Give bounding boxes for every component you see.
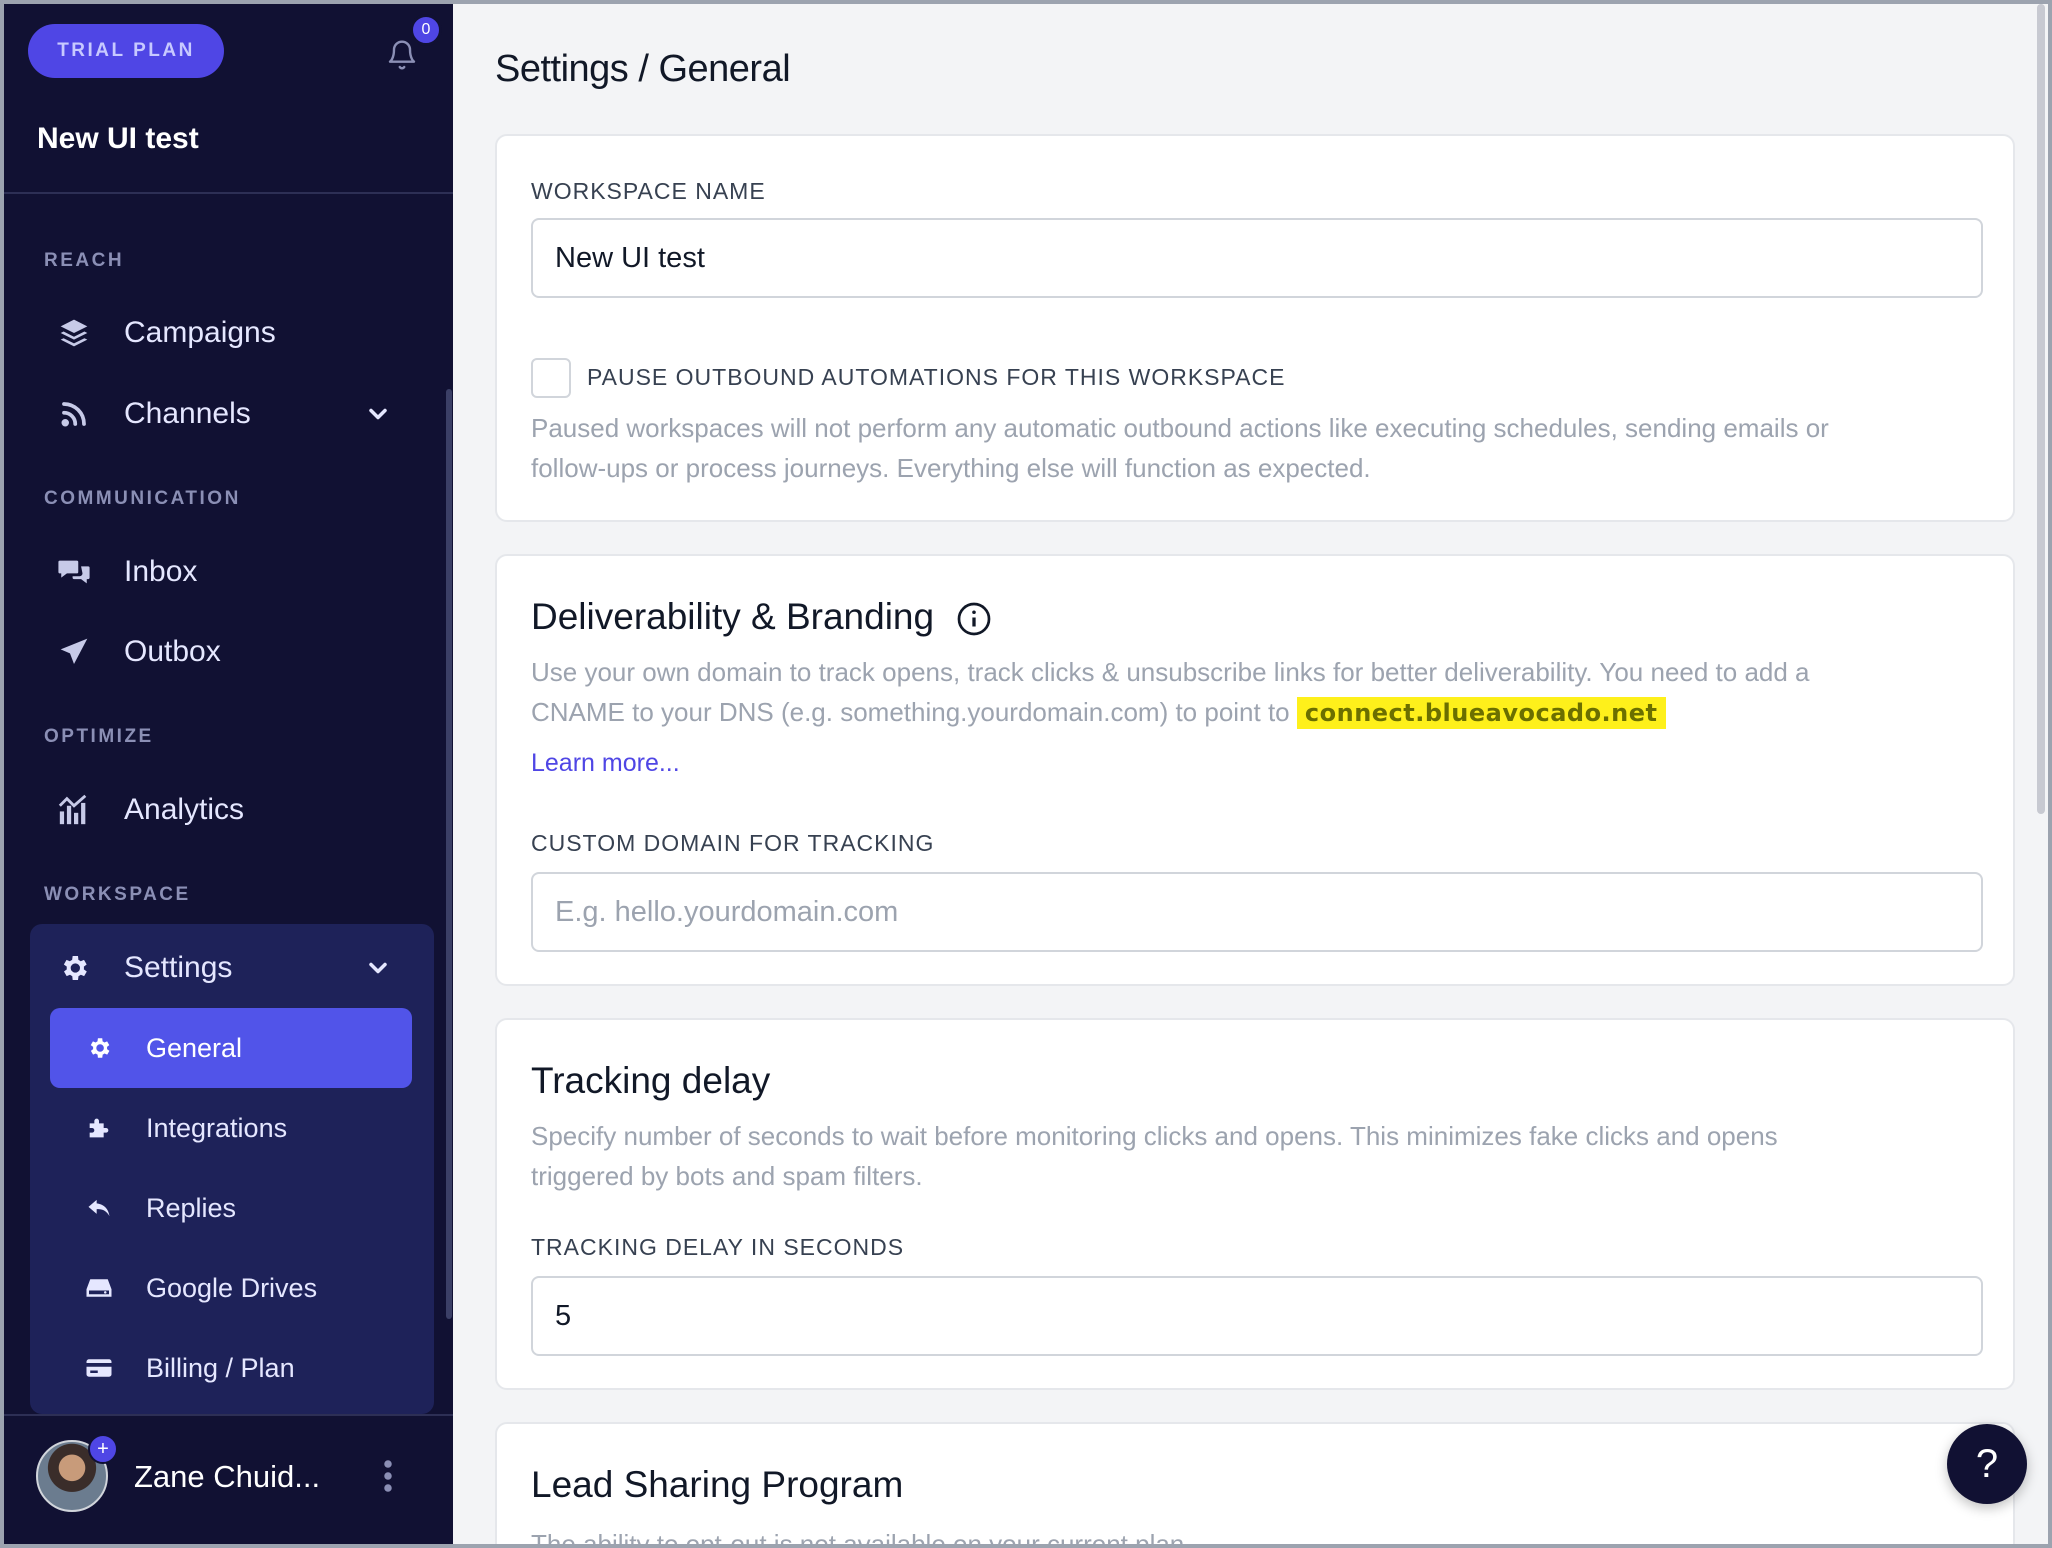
sidebar-item-campaigns[interactable]: Campaigns bbox=[32, 301, 432, 365]
lead-sharing-card: Lead Sharing Program The ability to opt-… bbox=[495, 1422, 2015, 1544]
workspace-card: WORKSPACE NAME PAUSE OUTBOUND AUTOMATION… bbox=[495, 134, 2015, 522]
sidebar-item-inbox[interactable]: Inbox bbox=[32, 540, 432, 604]
sidebar-subitem-label: Billing / Plan bbox=[146, 1352, 295, 1383]
rss-icon bbox=[54, 394, 94, 434]
sidebar-item-outbox[interactable]: Outbox bbox=[32, 620, 432, 684]
sidebar-subitem-label: Google Drives bbox=[146, 1272, 318, 1303]
tracking-delay-card: Tracking delay Specify number of seconds… bbox=[495, 1018, 2015, 1390]
gear-icon bbox=[54, 948, 94, 988]
learn-more-link[interactable]: Learn more... bbox=[531, 749, 680, 778]
info-icon[interactable] bbox=[956, 601, 992, 637]
deliverability-desc-line2: CNAME to your DNS (e.g. something.yourdo… bbox=[531, 692, 1971, 733]
chevron-down-icon bbox=[369, 408, 387, 420]
sidebar: TRIAL PLAN 0 New UI test REACH Campaigns… bbox=[4, 4, 453, 1544]
lead-sharing-title: Lead Sharing Program bbox=[531, 1464, 904, 1505]
deliverability-card: Deliverability & Branding Use your own d… bbox=[495, 554, 2015, 986]
workspace-name: New UI test bbox=[37, 122, 199, 155]
section-label-communication: COMMUNICATION bbox=[44, 488, 241, 509]
bell-icon[interactable] bbox=[386, 38, 418, 72]
workspace-name-input[interactable] bbox=[531, 218, 1983, 298]
sidebar-item-label: Analytics bbox=[124, 793, 245, 826]
tracking-delay-title: Tracking delay bbox=[531, 1060, 771, 1101]
sidebar-subitem-label: Integrations bbox=[146, 1112, 288, 1143]
pause-automations-checkbox[interactable] bbox=[531, 358, 571, 398]
puzzle-icon bbox=[82, 1111, 116, 1145]
section-label-optimize: OPTIMIZE bbox=[44, 726, 154, 747]
page-title: Settings / General bbox=[495, 48, 791, 90]
sidebar-item-label: Settings bbox=[124, 951, 233, 984]
main-scrollbar[interactable] bbox=[2037, 4, 2045, 814]
sidebar-item-label: Outbox bbox=[124, 635, 221, 668]
deliverability-desc-line1: Use your own domain to track opens, trac… bbox=[531, 657, 1810, 687]
sidebar-item-label: Channels bbox=[124, 397, 251, 430]
cname-target: connect.blueavocado.net bbox=[1296, 697, 1666, 729]
tracking-delay-input[interactable] bbox=[531, 1276, 1983, 1356]
sidebar-item-channels[interactable]: Channels bbox=[32, 382, 432, 446]
workspace-name-label: WORKSPACE NAME bbox=[531, 178, 766, 204]
sidebar-item-analytics[interactable]: Analytics bbox=[32, 778, 432, 842]
chat-bubbles-icon bbox=[54, 552, 94, 592]
sidebar-subitem-replies[interactable]: Replies bbox=[50, 1168, 412, 1248]
tracking-desc-line1: Specify number of seconds to wait before… bbox=[531, 1121, 1778, 1151]
credit-card-icon bbox=[82, 1351, 116, 1385]
sidebar-divider bbox=[4, 1414, 453, 1416]
pause-help-text-line2: follow-ups or process journeys. Everythi… bbox=[531, 453, 1371, 483]
sidebar-item-label: Inbox bbox=[124, 555, 198, 588]
tracking-delay-label: TRACKING DELAY IN SECONDS bbox=[531, 1234, 905, 1260]
hard-drive-icon bbox=[82, 1271, 116, 1305]
sidebar-scrollbar[interactable] bbox=[446, 389, 452, 1319]
user-name[interactable]: Zane Chuid... bbox=[134, 1459, 320, 1495]
sidebar-divider bbox=[4, 192, 453, 194]
sidebar-subitem-billing[interactable]: Billing / Plan bbox=[50, 1328, 412, 1408]
help-button[interactable]: ? bbox=[1947, 1424, 2027, 1504]
tracking-desc-line2: triggered by bots and spam filters. bbox=[531, 1161, 923, 1191]
main-content: Settings / General WORKSPACE NAME PAUSE … bbox=[453, 4, 2048, 1544]
sidebar-subitem-label: General bbox=[146, 1032, 243, 1063]
pause-automations-label: PAUSE OUTBOUND AUTOMATIONS FOR THIS WORK… bbox=[587, 364, 1286, 390]
deliverability-title: Deliverability & Branding bbox=[531, 596, 992, 638]
sidebar-subitem-integrations[interactable]: Integrations bbox=[50, 1088, 412, 1168]
kebab-menu-icon[interactable] bbox=[380, 1458, 396, 1494]
layers-icon bbox=[54, 313, 94, 353]
sidebar-item-settings[interactable]: Settings bbox=[32, 936, 432, 1000]
analytics-chart-icon bbox=[54, 790, 94, 830]
avatar-add-badge[interactable]: + bbox=[88, 1434, 118, 1464]
sidebar-subitem-label: Replies bbox=[146, 1192, 237, 1223]
gear-icon bbox=[82, 1031, 116, 1065]
trial-plan-button[interactable]: TRIAL PLAN bbox=[28, 24, 224, 78]
custom-domain-input[interactable] bbox=[531, 872, 1983, 952]
paper-plane-icon bbox=[54, 632, 94, 672]
chevron-down-icon bbox=[369, 962, 387, 974]
sidebar-subitem-general[interactable]: General bbox=[50, 1008, 412, 1088]
section-label-workspace: WORKSPACE bbox=[44, 884, 191, 905]
sidebar-item-label: Campaigns bbox=[124, 316, 276, 349]
pause-help-text-line1: Paused workspaces will not perform any a… bbox=[531, 413, 1829, 443]
notification-count-badge: 0 bbox=[410, 14, 442, 46]
custom-domain-label: CUSTOM DOMAIN FOR TRACKING bbox=[531, 830, 935, 856]
deliverability-title-text: Deliverability & Branding bbox=[531, 596, 935, 637]
lead-sharing-desc: The ability to opt-out is not available … bbox=[531, 1529, 1185, 1544]
section-label-reach: REACH bbox=[44, 250, 125, 271]
deliverability-desc-text: CNAME to your DNS (e.g. something.yourdo… bbox=[531, 697, 1290, 727]
sidebar-subitem-google-drives[interactable]: Google Drives bbox=[50, 1248, 412, 1328]
reply-icon bbox=[82, 1191, 116, 1225]
